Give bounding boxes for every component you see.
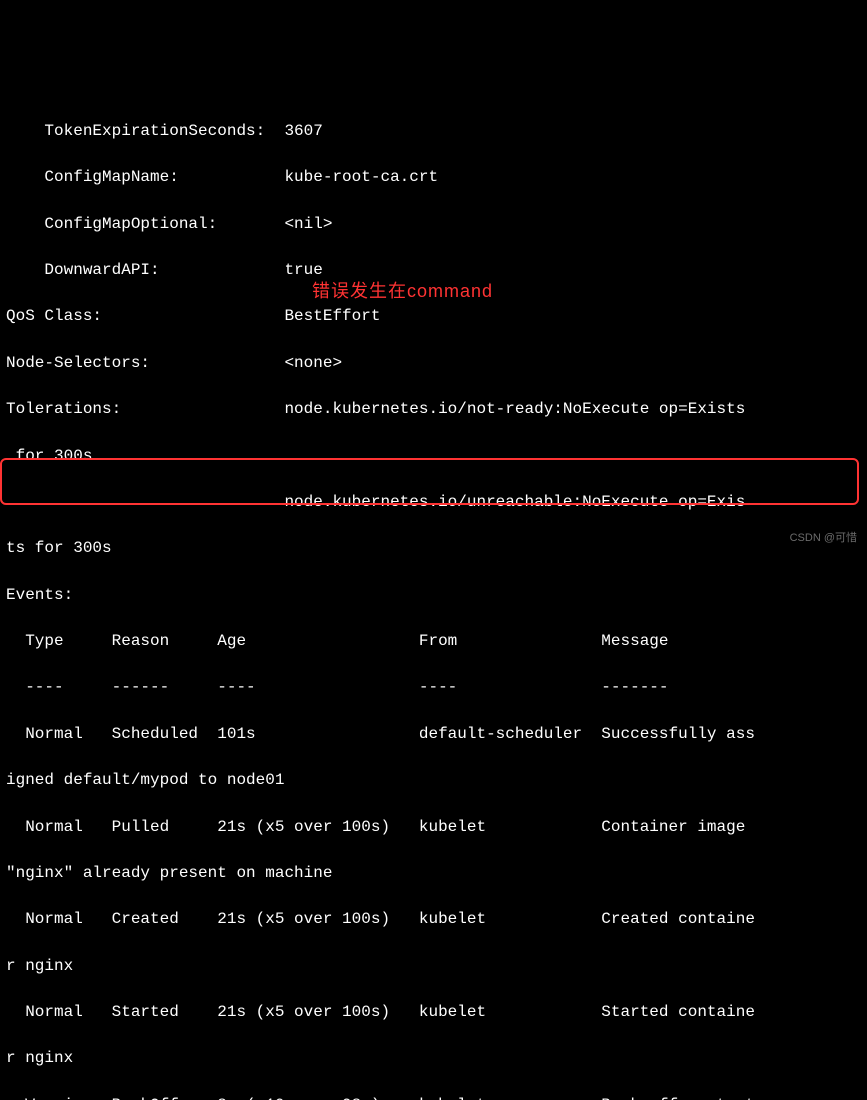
terminal-line: r nginx <box>6 1047 861 1070</box>
terminal-line: ConfigMapName: kube-root-ca.crt <box>6 166 861 189</box>
terminal-line: ts for 300s <box>6 537 861 560</box>
terminal-line: Events: <box>6 584 861 607</box>
terminal-line: ---- ------ ---- ---- ------- <box>6 676 861 699</box>
terminal-line: node.kubernetes.io/unreachable:NoExecute… <box>6 491 861 514</box>
terminal-line: Node-Selectors: <none> <box>6 352 861 375</box>
terminal-line: ConfigMapOptional: <nil> <box>6 213 861 236</box>
terminal-line: Normal Scheduled 101s default-scheduler … <box>6 723 861 746</box>
watermark-text: CSDN @可惜 <box>790 531 857 547</box>
terminal-line: TokenExpirationSeconds: 3607 <box>6 120 861 143</box>
terminal-line: Warning BackOff 8s (x10 over 98s) kubele… <box>6 1094 861 1100</box>
terminal-line: Tolerations: node.kubernetes.io/not-read… <box>6 398 861 421</box>
terminal-line: Normal Pulled 21s (x5 over 100s) kubelet… <box>6 816 861 839</box>
terminal-line: Normal Created 21s (x5 over 100s) kubele… <box>6 908 861 931</box>
error-annotation: 错误发生在command <box>312 278 493 304</box>
terminal-line: QoS Class: BestEffort <box>6 305 861 328</box>
terminal-line: Type Reason Age From Message <box>6 630 861 653</box>
terminal-line: r nginx <box>6 955 861 978</box>
terminal-line: Normal Started 21s (x5 over 100s) kubele… <box>6 1001 861 1024</box>
terminal-line: for 300s <box>6 445 861 468</box>
terminal-line: igned default/mypod to node01 <box>6 769 861 792</box>
terminal-output: TokenExpirationSeconds: 3607 ConfigMapNa… <box>6 97 861 1100</box>
terminal-line: "nginx" already present on machine <box>6 862 861 885</box>
